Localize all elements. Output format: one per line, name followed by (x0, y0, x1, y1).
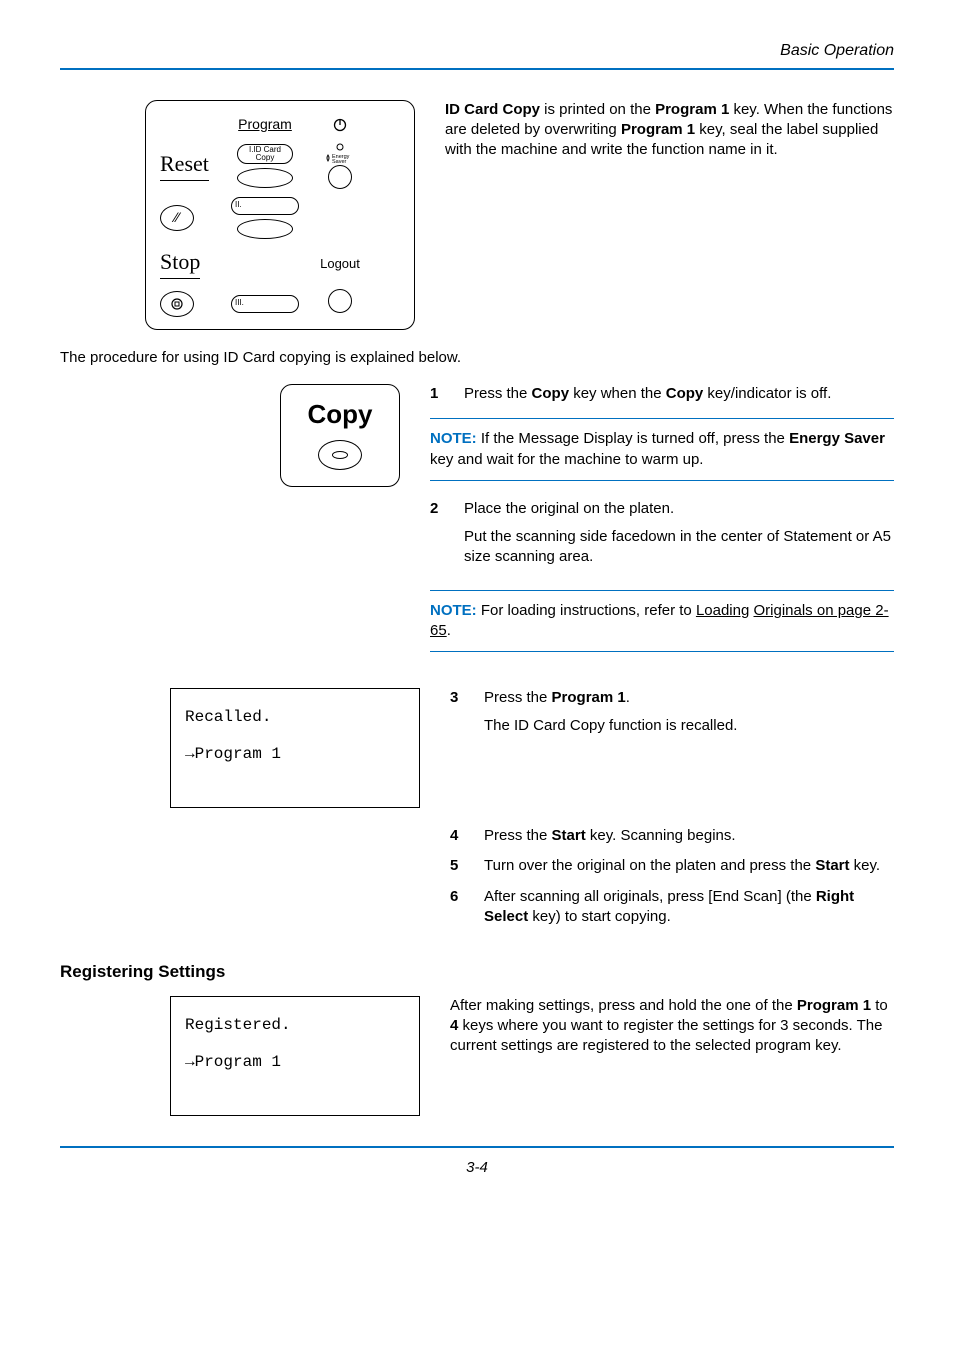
intro-paragraph: ID Card Copy is printed on the Program 1… (445, 100, 894, 161)
header-rule (60, 68, 894, 70)
lcd-line: →Program 1 (185, 1048, 405, 1077)
step-3-text: Press the Program 1. The ID Card Copy fu… (484, 688, 894, 745)
note-2: NOTE: For loading instructions, refer to… (430, 590, 894, 653)
program-slot-3: III. (231, 295, 299, 313)
energy-saver-icon: EnergySaver (325, 153, 355, 163)
step-number: 1 (430, 384, 446, 404)
step-2-text: Place the original on the platen. Put th… (464, 499, 894, 576)
stop-label: Stop (160, 247, 200, 279)
lcd-display-recalled: Recalled. →Program 1 (170, 688, 420, 808)
lcd-display-registered: Registered. →Program 1 (170, 996, 420, 1116)
program-button-2 (237, 219, 293, 239)
svg-text:Saver: Saver (332, 159, 347, 163)
stop-icon (171, 298, 183, 310)
logout-button (328, 289, 352, 313)
stop-button (160, 291, 194, 317)
step-number: 4 (450, 826, 466, 846)
step-6-text: After scanning all originals, press [End… (484, 887, 894, 928)
registering-paragraph: After making settings, press and hold th… (450, 996, 894, 1057)
control-panel-illustration: Program Reset I.ID Card Copy EnergySaver (145, 100, 415, 330)
step-number: 3 (450, 688, 466, 745)
step-1-text: Press the Copy key when the Copy key/ind… (464, 384, 894, 404)
led-icon (336, 143, 344, 151)
copy-title: Copy (291, 397, 389, 432)
lcd-line: Registered. (185, 1011, 405, 1040)
page-number: 3-4 (60, 1158, 894, 1178)
power-icon (333, 118, 347, 132)
copy-indicator-icon (318, 440, 362, 470)
id-card-copy-chip: I.ID Card Copy (237, 144, 293, 164)
program-slot-2: II. (231, 197, 299, 215)
lcd-line: →Program 1 (185, 740, 405, 769)
step-number: 5 (450, 856, 466, 876)
registering-settings-heading: Registering Settings (60, 961, 894, 984)
procedure-intro: The procedure for using ID Card copying … (60, 348, 894, 368)
reset-button: ⁄⁄ (160, 205, 194, 231)
logout-label: Logout (320, 255, 360, 273)
program-button-1 (237, 168, 293, 188)
reset-label: Reset (160, 149, 209, 181)
copy-key-illustration: Copy (280, 384, 400, 487)
lcd-line: Recalled. (185, 703, 405, 732)
energy-saver-button (328, 165, 352, 189)
step-number: 2 (430, 499, 446, 576)
step-5-text: Turn over the original on the platen and… (484, 856, 894, 876)
program-label: Program (238, 116, 292, 132)
header-section-label: Basic Operation (60, 40, 894, 62)
step-4-text: Press the Start key. Scanning begins. (484, 826, 894, 846)
note-1: NOTE: If the Message Display is turned o… (430, 418, 894, 481)
footer-rule (60, 1146, 894, 1148)
step-number: 6 (450, 887, 466, 928)
